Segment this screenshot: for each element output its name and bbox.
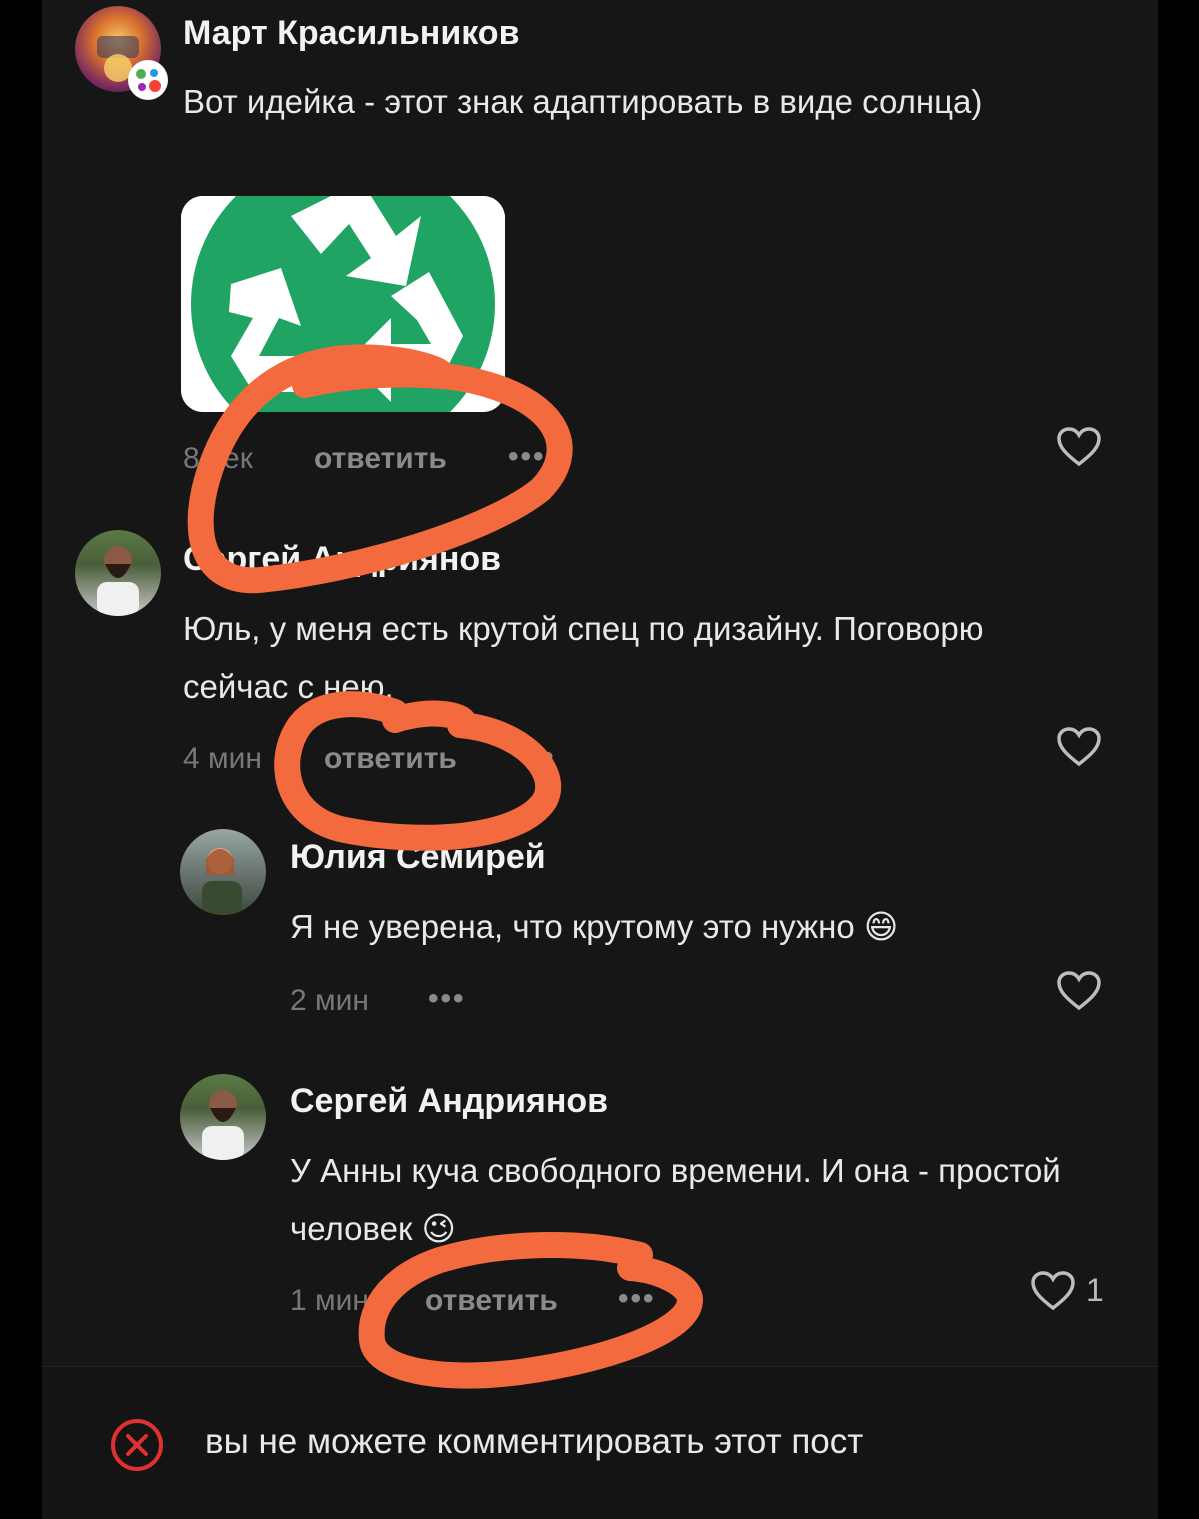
- recycle-symbol-icon: [181, 196, 505, 412]
- like-count: 1: [1086, 1272, 1104, 1308]
- like-heart-icon[interactable]: [1056, 426, 1102, 468]
- app-badge-icon: [128, 60, 168, 100]
- like-heart-icon[interactable]: [1056, 970, 1102, 1012]
- reply-button[interactable]: ответить: [425, 1284, 558, 1318]
- avatar-image-icon: [202, 848, 242, 915]
- comment-author[interactable]: Сергей Андриянов: [183, 540, 501, 579]
- comment-text: Я не уверена, что крутому это нужно 😄: [290, 908, 899, 945]
- avatar[interactable]: [75, 530, 161, 616]
- comment-text: Юль, у меня есть крутой спец по дизайну.…: [183, 610, 984, 705]
- comment-attachment-image[interactable]: [181, 196, 505, 412]
- comments-disabled-message: вы не можете комментировать этот пост: [205, 1422, 864, 1461]
- reply-button[interactable]: ответить: [324, 742, 457, 776]
- like-heart-icon[interactable]: [1056, 726, 1102, 768]
- avatar[interactable]: [180, 1074, 266, 1160]
- avatar[interactable]: [180, 829, 266, 915]
- comment-time: 4 мин: [183, 742, 262, 775]
- comment-author[interactable]: Сергей Андриянов: [290, 1082, 608, 1121]
- close-circle-icon: [111, 1419, 163, 1471]
- more-options-button[interactable]: •••: [428, 982, 466, 1016]
- avatar-image-icon: [202, 1090, 244, 1160]
- reply-button[interactable]: ответить: [314, 442, 447, 476]
- comment-time: 2 мин: [290, 984, 369, 1017]
- more-options-button[interactable]: •••: [618, 1282, 656, 1316]
- like-heart-icon[interactable]: [1030, 1270, 1076, 1312]
- avatar-image-icon: [97, 546, 139, 616]
- comment-time: 1 мин: [290, 1284, 369, 1317]
- more-options-button[interactable]: •••: [518, 740, 556, 774]
- more-options-button[interactable]: •••: [508, 440, 546, 474]
- comment-text: У Анны куча свободного времени. И она - …: [290, 1152, 1061, 1247]
- comment-time: 8 сек: [183, 442, 253, 475]
- comment-text: Вот идейка - этот знак адаптировать в ви…: [183, 83, 983, 120]
- comment-author[interactable]: Юлия Семирей: [290, 838, 546, 877]
- comment-author[interactable]: Март Красильников: [183, 14, 519, 53]
